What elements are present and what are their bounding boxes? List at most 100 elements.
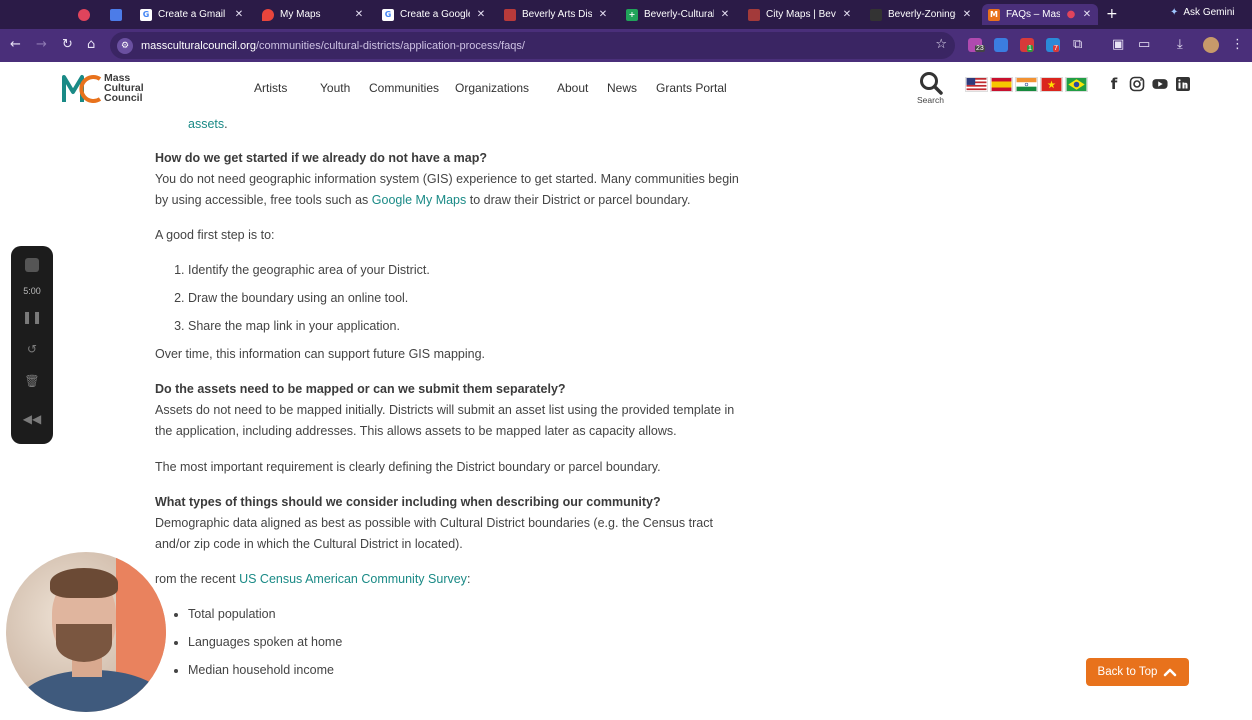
menu-kebab-icon[interactable]: ⋮ bbox=[1231, 37, 1244, 53]
pause-icon[interactable]: ❚❚ bbox=[22, 307, 42, 327]
close-tab-icon[interactable]: ✕ bbox=[234, 9, 244, 20]
spain-flag-icon[interactable] bbox=[990, 77, 1013, 92]
extension-badge: 23 bbox=[975, 45, 985, 52]
tab-title: Beverly-Cultural bbox=[644, 9, 714, 20]
us-flag-icon[interactable] bbox=[965, 77, 988, 92]
linkedin-icon[interactable] bbox=[1175, 76, 1191, 92]
close-tab-icon[interactable]: ✕ bbox=[354, 9, 364, 20]
close-tab-icon[interactable]: ✕ bbox=[1082, 9, 1092, 20]
faq-answer: Assets do not need to be mapped initiall… bbox=[155, 403, 735, 438]
nav-artists[interactable]: Artists bbox=[254, 81, 320, 95]
logo-wordmark[interactable]: Mass Cultural Council bbox=[104, 73, 144, 104]
text: : bbox=[466, 572, 471, 586]
collapse-icon[interactable]: ◀◀ bbox=[22, 409, 42, 429]
address-bar[interactable]: ⚙ massculturalcouncil.org/communities/cu… bbox=[110, 32, 955, 59]
paragraph: Over time, this information can support … bbox=[155, 347, 486, 361]
sheets-icon: + bbox=[626, 8, 638, 21]
cast-icon[interactable]: ▭ bbox=[1138, 37, 1150, 53]
screen-recorder-widget: 5:00 ❚❚ ↺ 🗑 ◀◀ bbox=[11, 246, 53, 444]
instagram-icon[interactable] bbox=[1129, 76, 1145, 92]
tab-favicon-icon bbox=[748, 8, 760, 21]
faq-question: Do the assets need to be mapped or can w… bbox=[155, 382, 566, 396]
trash-icon[interactable]: 🗑 bbox=[22, 371, 42, 391]
extension-badge: 1 bbox=[1027, 45, 1033, 52]
assets-link[interactable]: assets bbox=[188, 117, 224, 131]
tab-title: Beverly-Zoning- bbox=[888, 9, 956, 20]
recording-timer: 5:00 bbox=[23, 286, 41, 296]
extensions-puzzle-icon[interactable]: ⧉ bbox=[1073, 37, 1082, 53]
close-tab-icon[interactable]: ✕ bbox=[476, 9, 486, 20]
browser-tab[interactable]: + Beverly-Cultural ✕ bbox=[620, 4, 736, 25]
vietnam-flag-icon[interactable] bbox=[1040, 77, 1063, 92]
google-icon: G bbox=[140, 8, 152, 21]
browser-tab[interactable]: Beverly Arts Dist ✕ bbox=[498, 4, 614, 25]
paragraph: rom the recent US Census American Commun… bbox=[155, 569, 745, 590]
search-label[interactable]: Search bbox=[917, 95, 944, 105]
home-icon[interactable]: ⌂ bbox=[87, 37, 95, 53]
close-tab-icon[interactable]: ✕ bbox=[720, 9, 730, 20]
tab-title: FAQs – Mass bbox=[1006, 9, 1060, 20]
browser-tab[interactable]: G Create a Google ✕ bbox=[376, 4, 492, 25]
profile-avatar[interactable] bbox=[1203, 37, 1219, 53]
nav-communities[interactable]: Communities bbox=[369, 81, 455, 95]
back-to-top-button[interactable]: Back to Top bbox=[1086, 658, 1189, 686]
ask-gemini-button[interactable]: ✦ Ask Gemini bbox=[1170, 7, 1235, 18]
stop-recording-button[interactable] bbox=[25, 258, 39, 272]
faq-question: How do we get started if we already do n… bbox=[155, 151, 488, 165]
search-icon[interactable] bbox=[919, 71, 943, 95]
url-path: /communities/cultural-districts/applicat… bbox=[255, 39, 525, 52]
extension-icon[interactable] bbox=[994, 38, 1008, 52]
new-tab-button[interactable]: + bbox=[1106, 6, 1118, 22]
india-flag-icon[interactable] bbox=[1015, 77, 1038, 92]
download-icon[interactable]: ⤓ bbox=[1177, 37, 1183, 53]
tab-title: Create a Gmail a bbox=[158, 9, 228, 20]
screenshot-icon[interactable]: ▣ bbox=[1112, 37, 1124, 53]
maps-pin-icon bbox=[262, 8, 274, 21]
browser-tab[interactable] bbox=[104, 4, 130, 25]
browser-tab-bar: G Create a Gmail a ✕ My Maps ✕ G Create … bbox=[0, 0, 1252, 29]
tab-favicon-icon bbox=[870, 8, 882, 21]
faq-answer: You do not need geographic information s… bbox=[155, 169, 745, 211]
close-tab-icon[interactable]: ✕ bbox=[598, 9, 608, 20]
webcam-bubble[interactable] bbox=[6, 552, 166, 712]
browser-tab-active[interactable]: M FAQs – Mass ● ✕ bbox=[982, 4, 1098, 25]
restart-icon[interactable]: ↺ bbox=[22, 339, 42, 359]
google-my-maps-link[interactable]: Google My Maps bbox=[372, 193, 466, 207]
logo-line: Council bbox=[104, 92, 143, 104]
facebook-icon[interactable]: f bbox=[1106, 75, 1122, 93]
browser-tab[interactable]: G Create a Gmail a ✕ bbox=[134, 4, 250, 25]
browser-tab[interactable]: Beverly-Zoning- ✕ bbox=[864, 4, 978, 25]
youtube-icon[interactable] bbox=[1152, 76, 1168, 92]
paragraph: assets. bbox=[155, 114, 745, 135]
back-arrow-icon[interactable]: ← bbox=[10, 37, 21, 53]
url-text[interactable]: massculturalcouncil.org/communities/cult… bbox=[141, 40, 525, 52]
nav-youth[interactable]: Youth bbox=[320, 81, 369, 95]
census-survey-link[interactable]: US Census American Community Survey bbox=[239, 572, 467, 586]
tab-favicon-icon bbox=[110, 8, 122, 21]
mass-cultural-logo-icon[interactable] bbox=[62, 74, 102, 104]
close-tab-icon[interactable]: ✕ bbox=[842, 9, 852, 20]
nav-organizations[interactable]: Organizations bbox=[455, 81, 557, 95]
paragraph: A good first step is to: bbox=[155, 228, 275, 242]
nav-about[interactable]: About bbox=[557, 81, 607, 95]
recording-dot-icon: ● bbox=[1066, 9, 1076, 20]
browser-tab[interactable]: City Maps | Beve ✕ bbox=[742, 4, 858, 25]
webcam-person bbox=[56, 624, 112, 662]
bookmark-star-icon[interactable]: ☆ bbox=[935, 37, 947, 52]
tab-title: Create a Google bbox=[400, 9, 470, 20]
site-info-icon[interactable]: ⚙ bbox=[117, 37, 133, 54]
nav-news[interactable]: News bbox=[607, 81, 656, 95]
list-item: Languages spoken at home bbox=[188, 632, 745, 653]
steps-list: Identify the geographic area of your Dis… bbox=[155, 260, 745, 337]
browser-tab[interactable] bbox=[72, 4, 94, 25]
reload-icon[interactable]: ↻ bbox=[62, 37, 73, 53]
brazil-flag-icon[interactable] bbox=[1065, 77, 1088, 92]
url-domain: massculturalcouncil.org bbox=[141, 39, 256, 52]
browser-tab[interactable]: My Maps ✕ bbox=[256, 4, 370, 25]
text: to draw their District or parcel boundar… bbox=[466, 193, 691, 207]
tab-title: My Maps bbox=[280, 9, 321, 20]
paragraph: The most important requirement is clearl… bbox=[155, 460, 661, 474]
nav-grants-portal[interactable]: Grants Portal bbox=[656, 81, 727, 95]
close-tab-icon[interactable]: ✕ bbox=[962, 9, 972, 20]
forward-arrow-icon[interactable]: → bbox=[36, 37, 47, 53]
